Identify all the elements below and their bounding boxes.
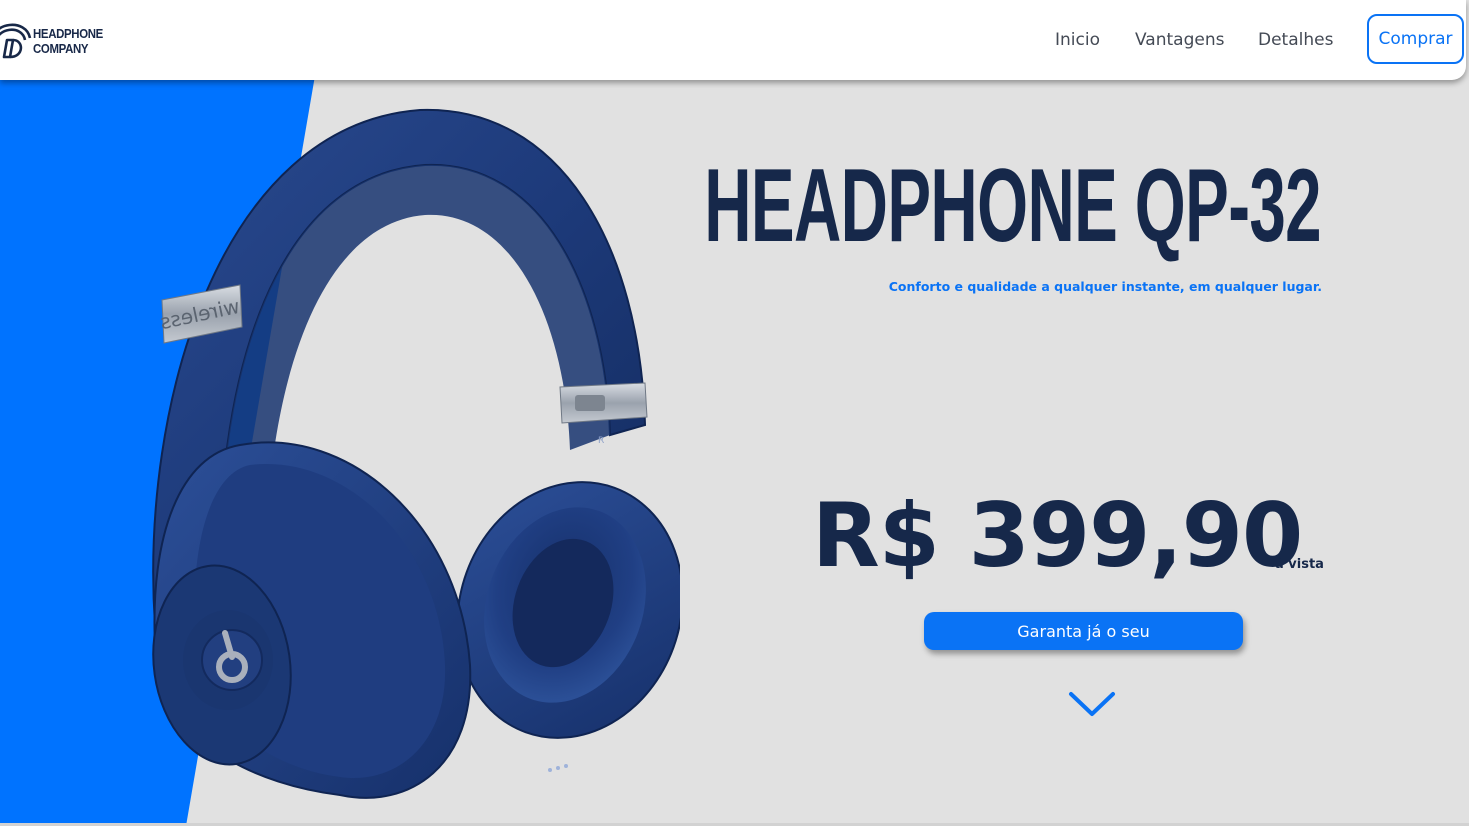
price-note: á vista (1275, 557, 1324, 572)
nav-link-inicio[interactable]: Inicio (1055, 30, 1100, 50)
brand-logo[interactable]: HEADPHONE COMPANY (0, 8, 120, 64)
nav-link-detalhes[interactable]: Detalhes (1258, 30, 1333, 50)
brand-name: HEADPHONE COMPANY (33, 26, 103, 56)
nav-link-vantagens[interactable]: Vantagens (1135, 30, 1224, 50)
brand-name-line2: COMPANY (33, 41, 89, 56)
side-label: R (598, 436, 604, 446)
product-title: HEADPHONE QP-32 (704, 148, 1321, 264)
brand-name-line1: HEADPHONE (33, 26, 103, 41)
cta-button[interactable]: Garanta já o seu (924, 612, 1243, 650)
buy-button[interactable]: Comprar (1367, 14, 1464, 64)
product-price: R$ 399,90 (812, 484, 1303, 587)
navbar: HEADPHONE COMPANY Inicio Vantagens Detal… (0, 0, 1466, 80)
chevron-down-icon[interactable] (1067, 688, 1117, 720)
headphone-image: wireless R (152, 108, 680, 799)
product-tagline: Conforto e qualidade a qualquer instante… (888, 279, 1322, 294)
page: HEADPHONE COMPANY Inicio Vantagens Detal… (0, 0, 1469, 826)
headphone-logo-icon (0, 23, 32, 59)
